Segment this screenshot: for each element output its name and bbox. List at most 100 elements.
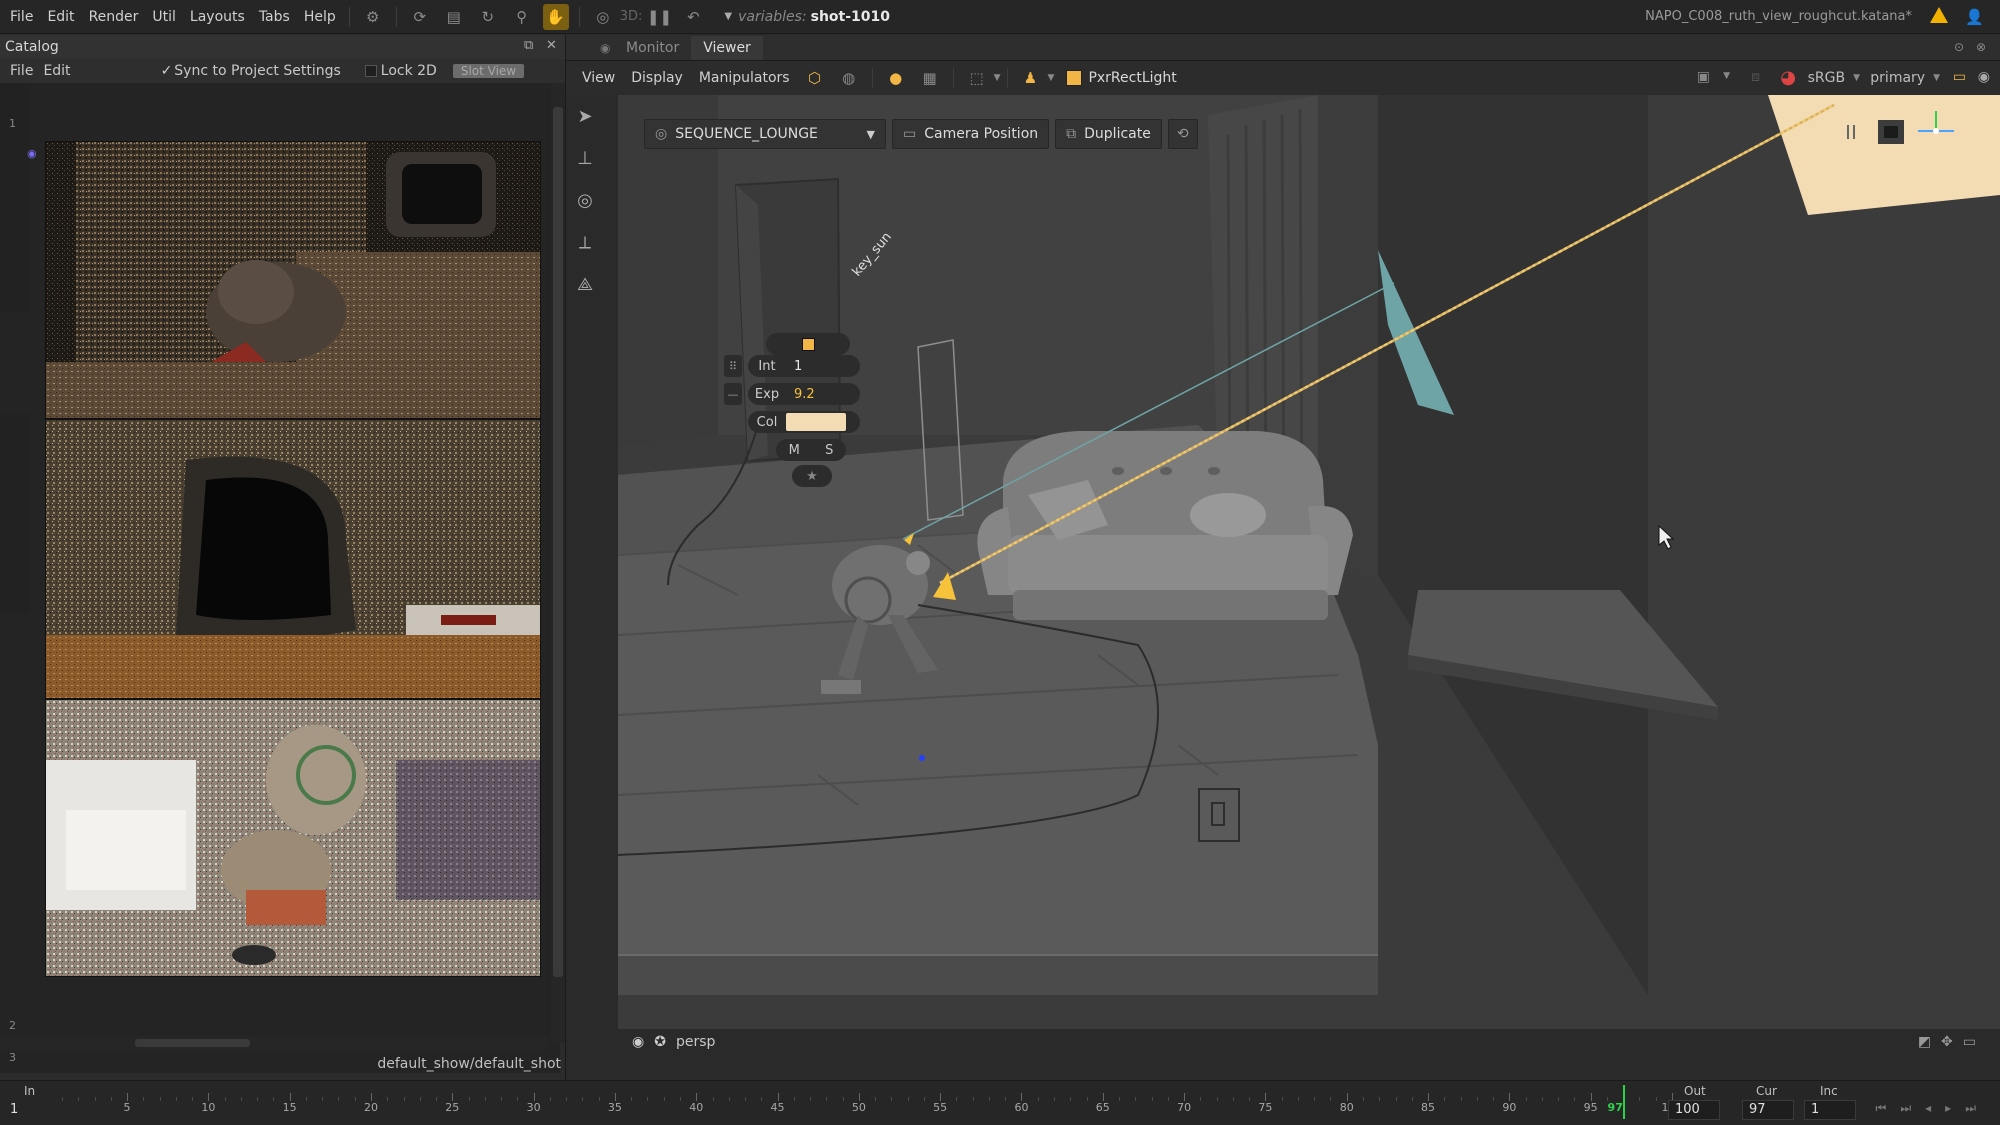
eye-icon[interactable]: ◉ xyxy=(632,1034,644,1050)
warning-icon[interactable] xyxy=(1930,7,1948,23)
camera-dropdown[interactable]: ◎ SEQUENCE_LOUNGE ▼ xyxy=(644,119,886,149)
timeline-cur-field[interactable]: 97 xyxy=(1742,1100,1794,1120)
live-render-icon[interactable]: ↻ xyxy=(475,4,501,30)
3d-viewport[interactable]: ◎ SEQUENCE_LOUNGE ▼ ▭ Camera Position ⧉ D… xyxy=(618,95,2000,1029)
globe-icon[interactable]: ◍ xyxy=(836,65,862,91)
light-hud-color[interactable]: Col xyxy=(748,411,860,433)
drag-handle-icon[interactable]: ⠿ xyxy=(724,355,742,377)
chevron-down-icon[interactable]: ▼ xyxy=(994,73,1001,83)
wireframe-icon[interactable]: ▦ xyxy=(917,65,943,91)
hand-tool-icon[interactable]: ✋ xyxy=(542,3,569,30)
intensity-label: Int xyxy=(758,358,776,374)
active-camera-label[interactable]: persp xyxy=(676,1034,715,1050)
colorspace-selector[interactable]: sRGB ▼ xyxy=(1808,61,1860,95)
lock-2d-checkbox[interactable] xyxy=(364,65,377,77)
lock-camera-button[interactable]: ⟲ xyxy=(1167,119,1198,149)
pause-icon[interactable]: ❚❚ xyxy=(646,4,672,30)
light-color-swatch[interactable] xyxy=(1066,70,1083,86)
light-hud-favorite[interactable]: ★ xyxy=(792,465,832,487)
light-hud-exposure[interactable]: Exp 9.2 xyxy=(748,383,860,405)
monitor-icon[interactable]: ▭ xyxy=(1953,69,1966,85)
timeline-tick-label: 85 xyxy=(1421,1101,1436,1114)
light-hud-mute-solo[interactable]: M S xyxy=(776,439,846,461)
menu-edit[interactable]: Edit xyxy=(40,9,81,25)
exposure-value[interactable]: 9.2 xyxy=(786,387,815,402)
refresh-icon[interactable]: ⟳ xyxy=(407,4,433,30)
timeline-out-field[interactable]: 100 xyxy=(1668,1100,1720,1120)
debug-icon[interactable]: ⚲ xyxy=(509,4,535,30)
light-aim-icon[interactable]: ⟁ xyxy=(566,263,604,305)
target-icon[interactable]: ◎ xyxy=(590,4,616,30)
chevron-down-icon[interactable]: ▼ xyxy=(1723,71,1730,81)
catalog-vertical-scrollbar[interactable] xyxy=(551,83,565,1043)
project-name[interactable]: NAPO_C008_ruth_view_roughcut.katana* xyxy=(1645,0,1912,34)
timeline-in-value[interactable]: 1 xyxy=(10,1102,18,1117)
undo-icon[interactable]: ↶ xyxy=(680,4,706,30)
geometry-cube-icon[interactable]: ⬡ xyxy=(802,65,828,91)
menu-file[interactable]: File xyxy=(0,9,40,25)
catalog-render-thumbnail[interactable] xyxy=(45,141,541,419)
slot-view-button[interactable]: Slot View xyxy=(452,64,525,78)
catalog-menu-edit[interactable]: Edit xyxy=(43,63,80,79)
rotate-gizmo-icon[interactable]: ◎ xyxy=(566,179,604,221)
timeline-tick-label: 15 xyxy=(282,1101,297,1114)
menu-layouts[interactable]: Layouts xyxy=(183,9,252,25)
catalog-horizontal-scrollbar[interactable] xyxy=(0,1036,548,1050)
float-pane-icon[interactable]: ⧉ xyxy=(524,38,533,53)
user-icon[interactable]: 👤 xyxy=(1965,8,1984,26)
minus-icon[interactable]: — xyxy=(724,383,742,405)
viewport-footer-icons[interactable]: ◩✥▭ xyxy=(1918,1034,1986,1050)
intensity-value[interactable]: 1 xyxy=(786,359,802,374)
sync-checkmark-icon[interactable]: ✓ xyxy=(151,63,175,79)
viewer-menu-manipulators[interactable]: Manipulators xyxy=(691,70,798,86)
variables-selector[interactable]: ▼ variables: shot-1010 xyxy=(724,9,890,25)
color-wheel-icon[interactable]: ◕ xyxy=(1780,67,1796,88)
view-selector[interactable]: primary ▼ xyxy=(1870,61,1940,95)
close-pane-icon[interactable]: ⊗ xyxy=(1976,40,1986,54)
chevron-down-icon[interactable]: ▼ xyxy=(1048,73,1055,83)
settings-gear-icon[interactable]: ⚙ xyxy=(360,4,386,30)
solo-toggle[interactable]: S xyxy=(825,443,833,458)
duplicate-button[interactable]: ⧉ Duplicate xyxy=(1055,119,1162,149)
camera-settings-icon[interactable]: ✪ xyxy=(654,1034,666,1050)
catalog-menu-file[interactable]: File xyxy=(0,63,43,79)
float-pane-icon[interactable]: ⊙ xyxy=(1954,40,1964,54)
sync-to-project-label[interactable]: Sync to Project Settings xyxy=(174,63,350,79)
scrollbar-thumb[interactable] xyxy=(553,107,563,977)
light-hud-swatch[interactable] xyxy=(766,333,850,355)
tab-viewer[interactable]: Viewer xyxy=(691,36,763,60)
menu-render[interactable]: Render xyxy=(82,9,146,25)
pane-options-icon[interactable]: ◉ xyxy=(600,41,610,55)
scale-gizmo-icon[interactable]: ⟂ xyxy=(566,221,604,263)
eye-icon[interactable]: ◉ xyxy=(27,147,37,160)
close-pane-icon[interactable]: ✕ xyxy=(546,38,557,53)
shading-sphere-icon[interactable]: ● xyxy=(883,65,909,91)
eye-settings-icon[interactable]: ◉ xyxy=(1978,69,1990,85)
viewer-menu-display[interactable]: Display xyxy=(623,70,691,86)
menu-tabs[interactable]: Tabs xyxy=(252,9,297,25)
transport-controls[interactable]: ⏮⏭◂▸⏭ xyxy=(1876,1101,1990,1116)
tab-monitor[interactable]: Monitor xyxy=(614,36,691,60)
lock-2d-label[interactable]: Lock 2D xyxy=(377,63,447,79)
display-mode-icon[interactable]: ▣ xyxy=(1697,69,1710,85)
menu-help[interactable]: Help xyxy=(297,9,343,25)
timeline-playhead[interactable] xyxy=(1623,1085,1626,1119)
light-name-label[interactable]: PxrRectLight xyxy=(1088,70,1176,86)
timeline-ruler[interactable]: 5101520253035404550556065707580859095100… xyxy=(62,1085,1683,1123)
camera-position-button[interactable]: ▭ Camera Position xyxy=(892,119,1050,149)
scrollbar-thumb[interactable] xyxy=(135,1039,250,1047)
mute-toggle[interactable]: M xyxy=(789,443,800,458)
light-person-icon[interactable]: ♟ xyxy=(1018,65,1044,91)
select-arrow-icon[interactable]: ➤ xyxy=(566,95,604,137)
menu-util[interactable]: Util xyxy=(145,9,183,25)
render-icon[interactable]: ▤ xyxy=(441,4,467,30)
viewer-menu-view[interactable]: View xyxy=(566,70,623,86)
catalog-render-thumbnail[interactable] xyxy=(45,699,541,977)
color-value-swatch[interactable] xyxy=(786,413,846,431)
frame-bounds-icon[interactable]: ⬚ xyxy=(964,65,990,91)
translate-gizmo-icon[interactable]: ⊥ xyxy=(566,137,604,179)
light-hud-intensity[interactable]: Int 1 xyxy=(748,355,860,377)
catalog-render-thumbnail[interactable] xyxy=(45,419,541,699)
timeline-inc-field[interactable]: 1 xyxy=(1804,1100,1856,1120)
compare-icon[interactable]: ⧈ xyxy=(1751,69,1760,85)
